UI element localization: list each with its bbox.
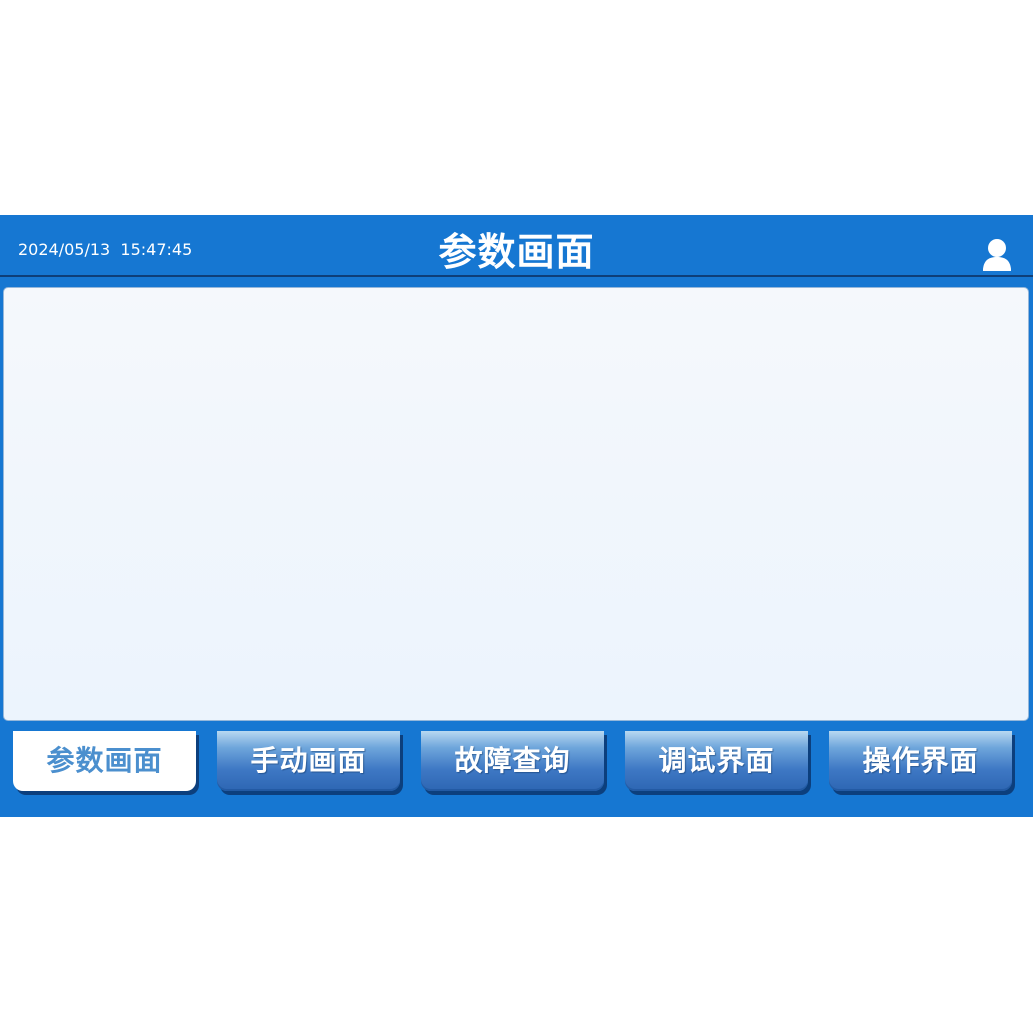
main-content-panel [3, 287, 1029, 721]
bottom-tab-bar: 参数画面 手动画面 故障查询 调试界面 操作界面 [0, 730, 1033, 817]
hmi-screen: 2024/05/13 15:47:45 参数画面 参数画面 手动画面 故障查询 … [0, 215, 1033, 817]
tab-parameters[interactable]: 参数画面 [13, 731, 196, 791]
header-bar: 2024/05/13 15:47:45 参数画面 [0, 215, 1033, 277]
tab-manual[interactable]: 手动画面 [217, 731, 400, 791]
tab-fault-query[interactable]: 故障查询 [421, 731, 604, 791]
tab-operation[interactable]: 操作界面 [829, 731, 1012, 791]
tab-debug[interactable]: 调试界面 [625, 731, 808, 791]
user-icon [983, 239, 1011, 271]
page-title: 参数画面 [438, 230, 595, 274]
user-button[interactable] [981, 238, 1013, 272]
